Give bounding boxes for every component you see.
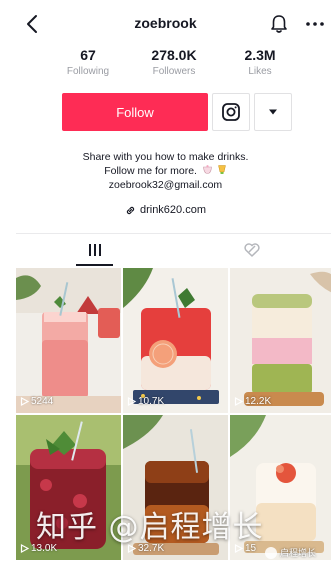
stat-value: 67 <box>80 47 96 63</box>
stat-following[interactable]: 67 Following <box>52 47 124 83</box>
tab-videos[interactable] <box>16 234 173 266</box>
chevron-left-icon <box>27 15 37 33</box>
notification-button[interactable] <box>269 13 289 35</box>
video-thumbnail[interactable]: 5244 <box>16 268 121 413</box>
stat-value: 278.0K <box>151 47 197 63</box>
follow-button[interactable]: Follow <box>62 93 208 131</box>
ellipsis-icon <box>306 22 324 26</box>
top-bar: zoebrook <box>0 0 331 46</box>
bio-line: Share with you how to make drinks. <box>82 151 249 163</box>
caret-down-icon <box>269 109 277 115</box>
video-thumbnail-image <box>123 268 228 413</box>
video-thumbnail-image <box>16 268 121 413</box>
video-grid: 5244 10.7K 12.2K 13.0K 32.7K 15 <box>16 268 331 567</box>
video-thumbnail-image <box>230 268 331 413</box>
profile-stats: 67 Following 278.0K Followers 2.3M Likes <box>52 47 296 83</box>
back-button[interactable] <box>22 12 44 36</box>
bio-link[interactable]: drink620.com <box>0 204 331 216</box>
video-thumbnail-image <box>123 415 228 560</box>
view-count-text: 12.2K <box>245 396 272 407</box>
play-icon <box>234 544 243 553</box>
liked-heart-icon <box>244 243 260 257</box>
play-icon <box>20 397 29 406</box>
video-grid-icon <box>88 244 101 256</box>
video-thumbnail-image <box>230 415 331 560</box>
suggested-accounts-button[interactable] <box>254 93 292 131</box>
video-thumbnail[interactable]: 10.7K <box>123 268 228 413</box>
view-count: 32.7K <box>127 543 164 554</box>
cocktail-emoji-icon <box>217 165 226 174</box>
bell-icon <box>271 15 287 33</box>
video-thumbnail[interactable]: 15 <box>230 415 331 560</box>
view-count: 12.2K <box>234 396 271 407</box>
play-icon <box>127 544 136 553</box>
bio-line: Follow me for more. <box>104 165 197 177</box>
tab-liked[interactable] <box>173 234 331 266</box>
play-icon <box>234 397 243 406</box>
view-count: 5244 <box>20 396 53 407</box>
instagram-button[interactable] <box>212 93 250 131</box>
video-thumbnail[interactable]: 12.2K <box>230 268 331 413</box>
view-count-text: 15 <box>245 543 257 554</box>
more-options-button[interactable] <box>303 14 327 34</box>
video-thumbnail[interactable]: 13.0K <box>16 415 121 560</box>
stat-value: 2.3M <box>244 47 276 63</box>
bio-link-text: drink620.com <box>139 204 207 216</box>
profile-bio: Share with you how to make drinks. Follo… <box>0 150 331 192</box>
bio-line-with-emoji: Follow me for more. <box>0 164 331 178</box>
view-count: 15 <box>234 543 256 554</box>
stat-label: Likes <box>248 66 272 77</box>
view-count-text: 13.0K <box>31 543 58 554</box>
stat-followers[interactable]: 278.0K Followers <box>138 47 210 83</box>
stat-label: Following <box>66 66 110 77</box>
view-count-text: 10.7K <box>138 396 165 407</box>
stat-likes[interactable]: 2.3M Likes <box>224 47 296 83</box>
play-icon <box>127 397 136 406</box>
view-count-text: 32.7K <box>138 543 165 554</box>
content-tabs <box>16 233 331 266</box>
view-count: 13.0K <box>20 543 57 554</box>
link-icon <box>126 206 135 214</box>
instagram-icon <box>222 103 240 121</box>
bio-email: zoebrook32@gmail.com <box>108 179 223 191</box>
video-thumbnail-image <box>16 415 121 560</box>
play-icon <box>20 544 29 553</box>
view-count-text: 5244 <box>31 396 54 407</box>
video-thumbnail[interactable]: 32.7K <box>123 415 228 560</box>
drink-emoji-icon <box>203 165 212 174</box>
view-count: 10.7K <box>127 396 164 407</box>
stat-label: Followers <box>152 66 196 77</box>
